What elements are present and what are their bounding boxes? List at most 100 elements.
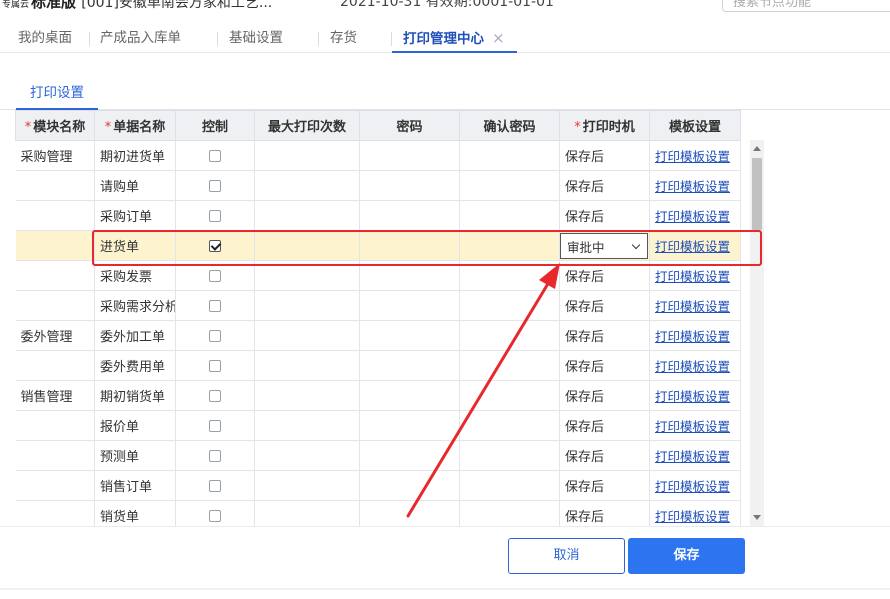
confirm-password-cell[interactable] — [459, 380, 560, 411]
table-row[interactable]: 委外管理 委外加工单 保存后 打印模板设置 — [15, 320, 741, 351]
max-print-count-cell[interactable] — [254, 170, 360, 201]
password-cell[interactable] — [359, 320, 460, 351]
confirm-password-cell[interactable] — [459, 200, 560, 231]
password-cell[interactable] — [359, 380, 460, 411]
max-print-count-cell[interactable] — [254, 290, 360, 321]
cancel-button[interactable]: 取消 — [508, 538, 625, 574]
control-checkbox[interactable] — [209, 179, 221, 192]
control-checkbox[interactable] — [209, 359, 221, 372]
table-row[interactable]: 采购管理 期初进货单 保存后 打印模板设置 — [15, 140, 741, 171]
max-print-count-cell[interactable] — [254, 200, 360, 231]
print-template-settings-link[interactable]: 打印模板设置 — [655, 419, 730, 434]
control-checkbox[interactable] — [209, 269, 221, 282]
table-row[interactable]: 采购发票 保存后 打印模板设置 — [15, 260, 741, 291]
print-template-settings-link[interactable]: 打印模板设置 — [655, 149, 730, 164]
control-checkbox[interactable] — [209, 449, 221, 462]
print-template-settings-link[interactable]: 打印模板设置 — [655, 449, 730, 464]
table-row[interactable]: 进货单 审批中 打印模板设置 — [15, 230, 741, 261]
print-timing-cell[interactable]: 保存后 — [559, 410, 650, 441]
control-checkbox[interactable] — [209, 419, 221, 432]
control-checkbox[interactable] — [209, 239, 221, 252]
print-timing-cell[interactable]: 保存后 — [559, 290, 650, 321]
tab-print-settings[interactable]: 打印设置 — [16, 80, 98, 110]
print-timing-cell[interactable]: 保存后 — [559, 140, 650, 171]
print-timing-select[interactable]: 审批中 — [560, 232, 648, 259]
confirm-password-cell[interactable] — [459, 230, 560, 261]
password-cell[interactable] — [359, 260, 460, 291]
close-icon[interactable]: × — [492, 29, 505, 47]
tab-desktop[interactable]: 我的桌面 — [18, 25, 72, 53]
password-cell[interactable] — [359, 200, 460, 231]
print-timing-cell[interactable]: 保存后 — [559, 170, 650, 201]
tab-print-management[interactable]: 打印管理中心 × — [392, 25, 517, 53]
confirm-password-cell[interactable] — [459, 500, 560, 526]
control-checkbox[interactable] — [209, 209, 221, 222]
scroll-down-icon[interactable] — [753, 515, 761, 520]
table-row[interactable]: 预测单 保存后 打印模板设置 — [15, 440, 741, 471]
print-timing-cell[interactable]: 保存后 — [559, 320, 650, 351]
confirm-password-cell[interactable] — [459, 350, 560, 381]
print-template-settings-link[interactable]: 打印模板设置 — [655, 239, 730, 254]
max-print-count-cell[interactable] — [254, 380, 360, 411]
print-template-settings-link[interactable]: 打印模板设置 — [655, 179, 730, 194]
table-row[interactable]: 委外费用单 保存后 打印模板设置 — [15, 350, 741, 381]
max-print-count-cell[interactable] — [254, 470, 360, 501]
max-print-count-cell[interactable] — [254, 440, 360, 471]
print-timing-cell[interactable]: 保存后 — [559, 350, 650, 381]
print-timing-cell[interactable]: 保存后 — [559, 380, 650, 411]
table-row[interactable]: 销货单 保存后 打印模板设置 — [15, 500, 741, 526]
table-row[interactable]: 报价单 保存后 打印模板设置 — [15, 410, 741, 441]
control-checkbox[interactable] — [209, 149, 221, 162]
table-row[interactable]: 请购单 保存后 打印模板设置 — [15, 170, 741, 201]
tab-inventory[interactable]: 存货 — [330, 25, 357, 53]
max-print-count-cell[interactable] — [254, 260, 360, 291]
password-cell[interactable] — [359, 440, 460, 471]
max-print-count-cell[interactable] — [254, 410, 360, 441]
password-cell[interactable] — [359, 230, 460, 261]
table-row[interactable]: 销售订单 保存后 打印模板设置 — [15, 470, 741, 501]
print-timing-cell[interactable]: 保存后 — [559, 200, 650, 231]
print-template-settings-link[interactable]: 打印模板设置 — [655, 269, 730, 284]
confirm-password-cell[interactable] — [459, 440, 560, 471]
tab-basic-settings[interactable]: 基础设置 — [229, 25, 283, 53]
print-template-settings-link[interactable]: 打印模板设置 — [655, 509, 730, 524]
print-timing-cell[interactable]: 审批中 — [559, 230, 650, 261]
max-print-count-cell[interactable] — [254, 500, 360, 526]
password-cell[interactable] — [359, 350, 460, 381]
print-template-settings-link[interactable]: 打印模板设置 — [655, 209, 730, 224]
max-print-count-cell[interactable] — [254, 140, 360, 171]
confirm-password-cell[interactable] — [459, 140, 560, 171]
control-checkbox[interactable] — [209, 389, 221, 402]
scroll-thumb[interactable] — [752, 158, 762, 230]
confirm-password-cell[interactable] — [459, 470, 560, 501]
tab-finished-goods-receipt[interactable]: 产成品入库单 — [100, 25, 181, 53]
print-timing-cell[interactable]: 保存后 — [559, 500, 650, 526]
print-template-settings-link[interactable]: 打印模板设置 — [655, 359, 730, 374]
password-cell[interactable] — [359, 500, 460, 526]
confirm-password-cell[interactable] — [459, 170, 560, 201]
confirm-password-cell[interactable] — [459, 260, 560, 291]
max-print-count-cell[interactable] — [254, 350, 360, 381]
control-checkbox[interactable] — [209, 509, 221, 522]
confirm-password-cell[interactable] — [459, 410, 560, 441]
table-row[interactable]: 销售管理 期初销货单 保存后 打印模板设置 — [15, 380, 741, 411]
print-template-settings-link[interactable]: 打印模板设置 — [655, 299, 730, 314]
save-button[interactable]: 保存 — [628, 538, 745, 574]
scroll-up-icon[interactable] — [753, 146, 761, 151]
control-checkbox[interactable] — [209, 299, 221, 312]
table-row[interactable]: 采购需求分析 保存后 打印模板设置 — [15, 290, 741, 321]
password-cell[interactable] — [359, 470, 460, 501]
vertical-scrollbar[interactable] — [750, 140, 764, 526]
control-checkbox[interactable] — [209, 479, 221, 492]
print-timing-cell[interactable]: 保存后 — [559, 470, 650, 501]
print-timing-cell[interactable]: 保存后 — [559, 260, 650, 291]
table-row[interactable]: 采购订单 保存后 打印模板设置 — [15, 200, 741, 231]
password-cell[interactable] — [359, 140, 460, 171]
print-template-settings-link[interactable]: 打印模板设置 — [655, 479, 730, 494]
password-cell[interactable] — [359, 290, 460, 321]
search-input[interactable]: 搜索节点功能 — [722, 0, 890, 12]
confirm-password-cell[interactable] — [459, 320, 560, 351]
control-checkbox[interactable] — [209, 329, 221, 342]
max-print-count-cell[interactable] — [254, 230, 360, 261]
password-cell[interactable] — [359, 170, 460, 201]
